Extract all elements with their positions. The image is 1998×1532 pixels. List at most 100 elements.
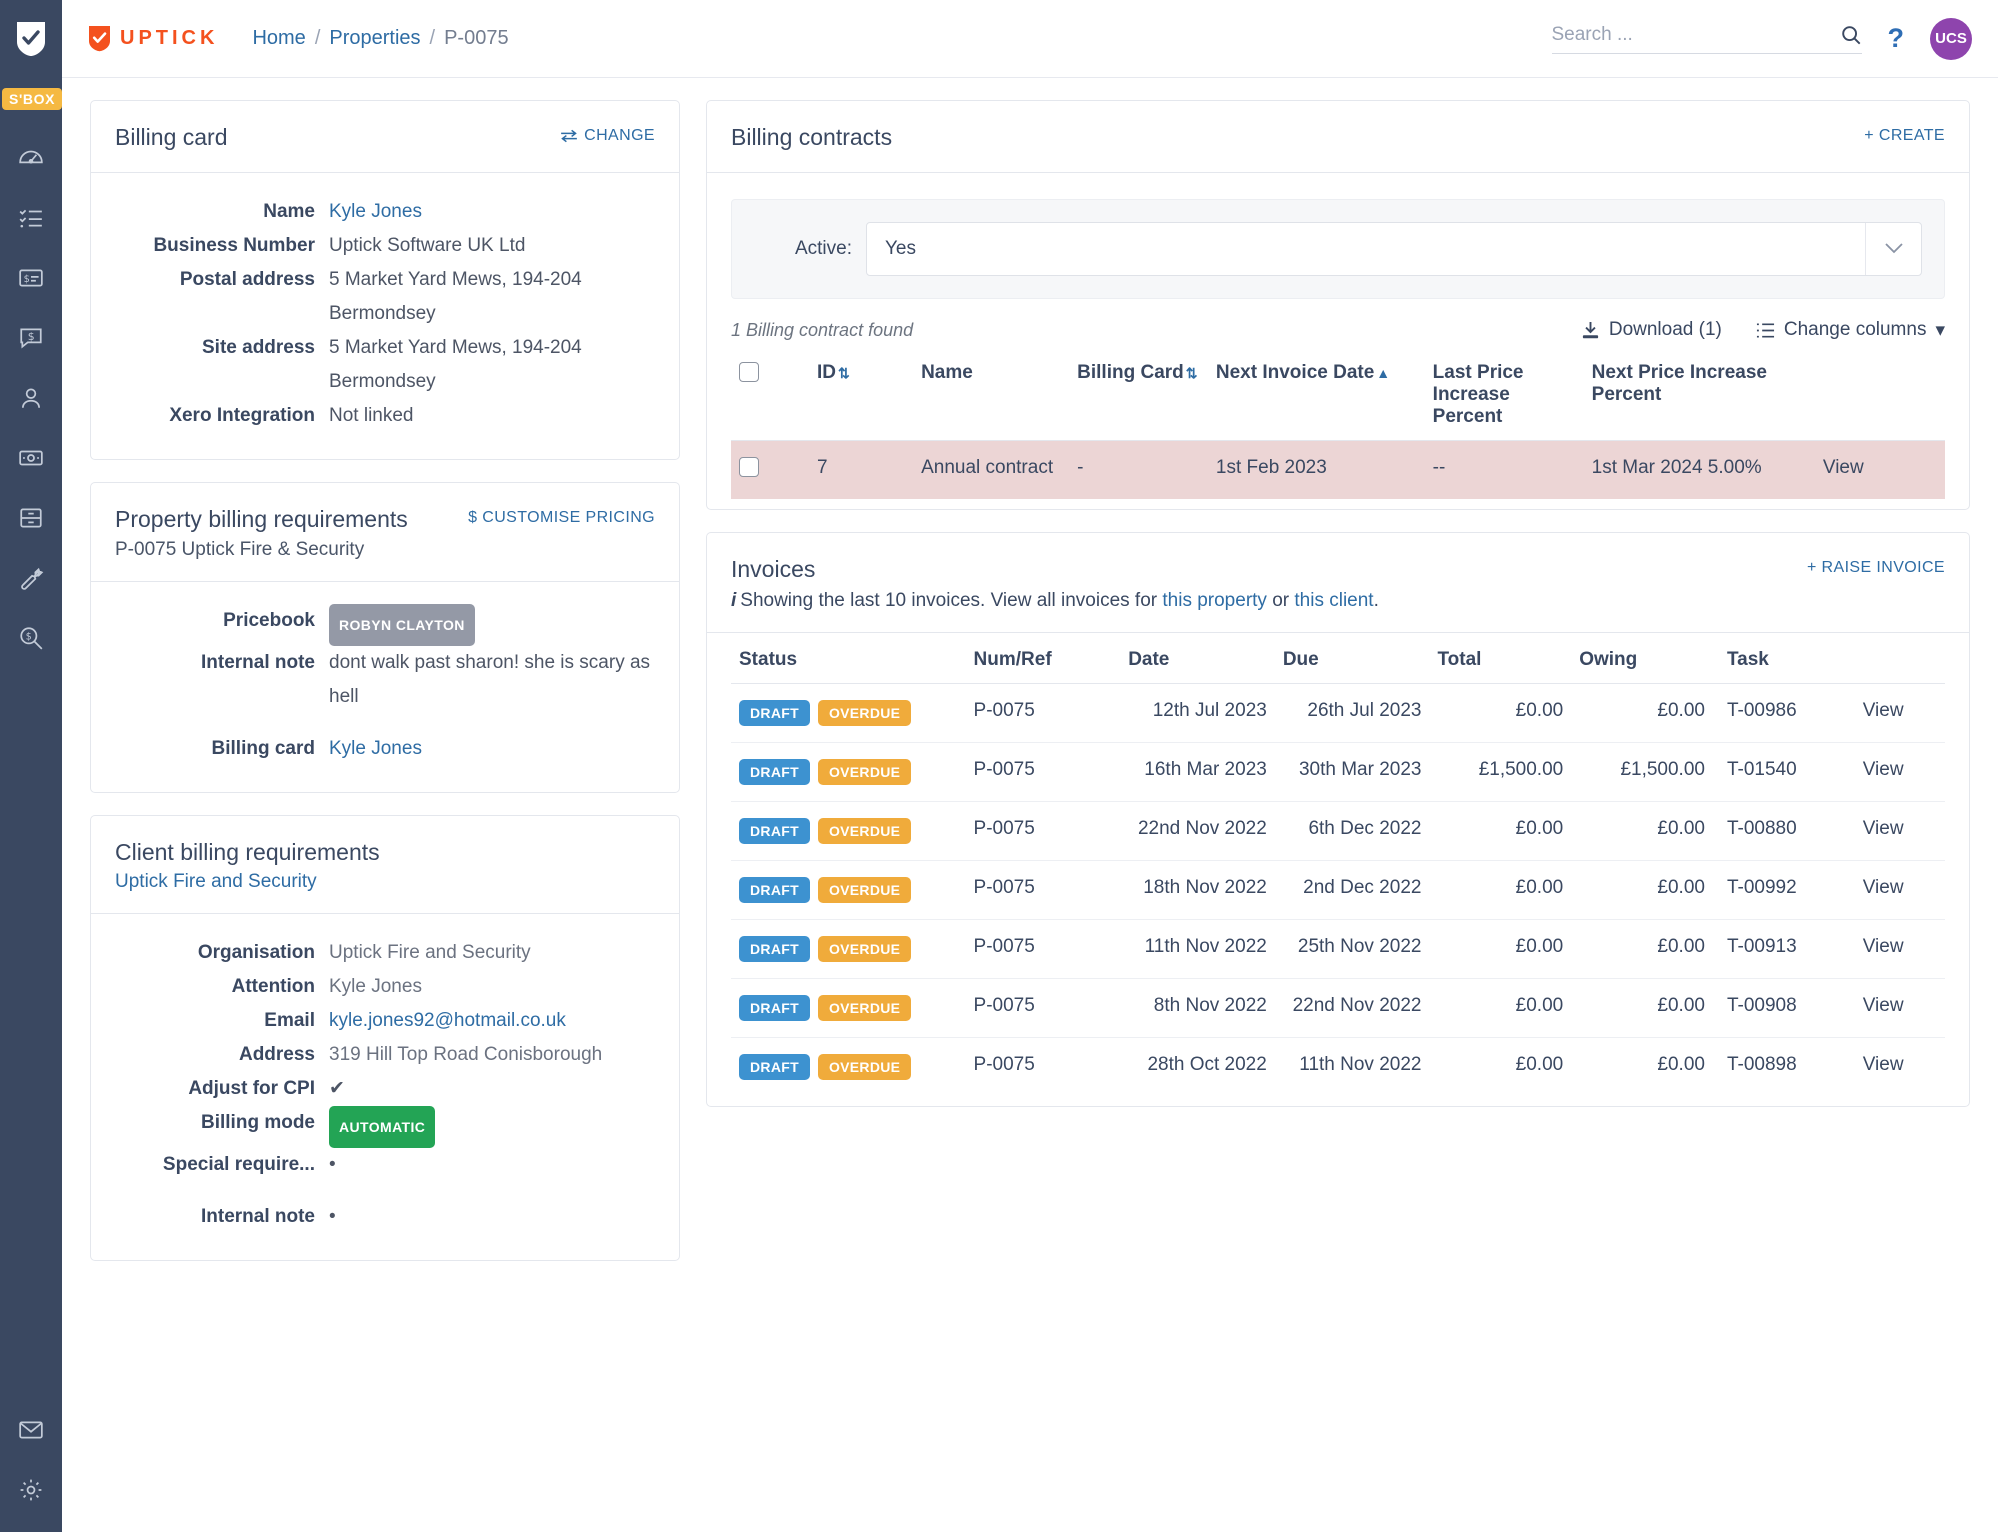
cell-task-link[interactable]: T-00913 [1713,919,1855,978]
field-label: Adjust for CPI [115,1072,315,1106]
table-row[interactable]: 7 Annual contract - 1st Feb 2023 -- 1st … [731,440,1945,499]
col-name[interactable]: Name [913,350,1069,441]
cell-num-ref: P-0075 [966,801,1121,860]
active-filter-select[interactable]: Yes [866,222,1922,276]
col-next-invoice-date[interactable]: Next Invoice Date▲ [1208,350,1425,441]
active-filter-label: Active: [754,238,852,260]
select-all-header [731,350,809,441]
table-row[interactable]: DRAFTOVERDUE P-0075 8th Nov 2022 22nd No… [731,978,1945,1037]
cell-num-ref: P-0075 [966,919,1121,978]
field-value-email[interactable]: kyle.jones92@hotmail.co.uk [329,1004,655,1038]
breadcrumb-properties[interactable]: Properties [329,27,420,50]
sidebar-item-archive[interactable] [0,488,62,548]
field-value-billing-card[interactable]: Kyle Jones [329,732,655,766]
download-button[interactable]: Download (1) [1581,319,1722,341]
brand-logo[interactable]: UPTICK [88,25,218,52]
cell-last-price-increase: -- [1425,440,1584,499]
sidebar-item-contacts[interactable] [0,368,62,428]
cell-view-link[interactable]: View [1855,860,1945,919]
cell-date: 28th Oct 2022 [1120,1037,1275,1096]
field-value-internal-note: dont walk past sharon! she is scary as h… [329,646,655,714]
col-last-price-increase[interactable]: Last Price Increase Percent [1425,350,1584,441]
cell-view-link[interactable]: View [1855,801,1945,860]
cell-task-link[interactable]: T-00986 [1713,683,1855,742]
table-row[interactable]: DRAFTOVERDUE P-0075 16th Mar 2023 30th M… [731,742,1945,801]
cell-billing-card: - [1069,440,1208,499]
table-row[interactable]: DRAFTOVERDUE P-0075 22nd Nov 2022 6th De… [731,801,1945,860]
col-id[interactable]: ID⇅ [809,350,913,441]
customise-pricing-button[interactable]: $ CUSTOMISE PRICING [468,505,655,527]
invoices-table: Status Num/Ref Date Due Total Owing Task [731,637,1945,1096]
col-invoice-actions [1855,637,1945,684]
field-label: Pricebook [115,604,315,646]
table-row[interactable]: DRAFTOVERDUE P-0075 18th Nov 2022 2nd De… [731,860,1945,919]
client-billing-subtitle-link[interactable]: Uptick Fire and Security [115,871,380,893]
field-value-address: 319 Hill Top Road Conisborough [329,1038,655,1072]
change-columns-button[interactable]: Change columns ▾ [1756,319,1945,342]
invoices-note: iShowing the last 10 invoices. View all … [731,590,1379,612]
cell-task-link[interactable]: T-01540 [1713,742,1855,801]
client-billing-header: Client billing requirements Uptick Fire … [91,816,679,915]
breadcrumb-home[interactable]: Home [252,27,305,50]
sidebar-item-maintenance[interactable] [0,548,62,608]
col-billing-card[interactable]: Billing Card⇅ [1069,350,1208,441]
swap-icon [560,129,578,143]
raise-invoice-button[interactable]: + RAISE INVOICE [1807,555,1945,577]
cell-task-link[interactable]: T-00908 [1713,978,1855,1037]
this-property-link[interactable]: this property [1162,590,1267,611]
avatar[interactable]: UCS [1930,18,1972,60]
cell-task-link[interactable]: T-00898 [1713,1037,1855,1096]
cell-next-invoice-date: 1st Feb 2023 [1208,440,1425,499]
sidebar-item-settings[interactable] [0,1460,62,1520]
search-input[interactable] [1552,24,1840,46]
client-billing-title: Client billing requirements [115,838,380,867]
search-icon[interactable] [1840,24,1862,46]
status-badge-draft: DRAFT [739,700,810,726]
field-value-name[interactable]: Kyle Jones [329,195,655,229]
change-billing-card-button[interactable]: CHANGE [560,123,655,145]
select-all-checkbox[interactable] [739,362,759,382]
table-row[interactable]: DRAFTOVERDUE P-0075 12th Jul 2023 26th J… [731,683,1945,742]
cell-due: 25th Nov 2022 [1275,919,1430,978]
sidebar-item-audit[interactable]: $ [0,608,62,668]
this-client-link[interactable]: this client [1294,590,1373,611]
cell-status: DRAFTOVERDUE [731,742,966,801]
row-checkbox[interactable] [739,457,759,477]
field-value-xero: Not linked [329,399,655,433]
cell-view-link[interactable]: View [1855,1037,1945,1096]
cell-view-link[interactable]: View [1855,683,1945,742]
sidebar-item-quotes[interactable]: $ [0,308,62,368]
money-icon [18,445,44,471]
invoices-note-end: . [1374,590,1379,611]
archive-icon [18,505,44,531]
sidebar-item-dashboard[interactable] [0,128,62,188]
sidebar-item-invoices[interactable]: $ [0,248,62,308]
contracts-table-wrap: ID⇅ Name Billing Card⇅ Next Invoice Date… [707,350,1969,509]
cell-view-link[interactable]: View [1855,919,1945,978]
contracts-table-head: ID⇅ Name Billing Card⇅ Next Invoice Date… [731,350,1945,441]
field-label: Billing mode [115,1106,315,1148]
client-billing-panel: Client billing requirements Uptick Fire … [90,815,680,1262]
cell-view-link[interactable]: View [1855,978,1945,1037]
sidebar-item-mail[interactable] [0,1400,62,1460]
cell-owing: £0.00 [1571,978,1713,1037]
change-label: CHANGE [584,127,655,145]
billing-mode-chip: AUTOMATIC [329,1106,435,1148]
help-icon[interactable]: ? [1888,23,1905,54]
table-row[interactable]: DRAFTOVERDUE P-0075 11th Nov 2022 25th N… [731,919,1945,978]
cell-view-link[interactable]: View [1855,742,1945,801]
cell-task-link[interactable]: T-00880 [1713,801,1855,860]
col-next-price-increase[interactable]: Next Price Increase Percent [1584,350,1815,441]
cell-task-link[interactable]: T-00992 [1713,860,1855,919]
create-contract-button[interactable]: + CREATE [1864,123,1945,145]
cell-total: £0.00 [1429,801,1571,860]
billing-contracts-title: Billing contracts [731,123,892,152]
sidebar-item-tasks[interactable] [0,188,62,248]
table-row[interactable]: DRAFTOVERDUE P-0075 28th Oct 2022 11th N… [731,1037,1945,1096]
client-billing-fields: Organisation Uptick Fire and Security At… [115,936,655,1234]
cell-view-link[interactable]: View [1815,440,1945,499]
sidebar-item-payments[interactable] [0,428,62,488]
search-box[interactable] [1552,24,1862,54]
chevron-down-icon[interactable] [1865,223,1921,275]
sidebar-logo[interactable] [0,0,62,78]
